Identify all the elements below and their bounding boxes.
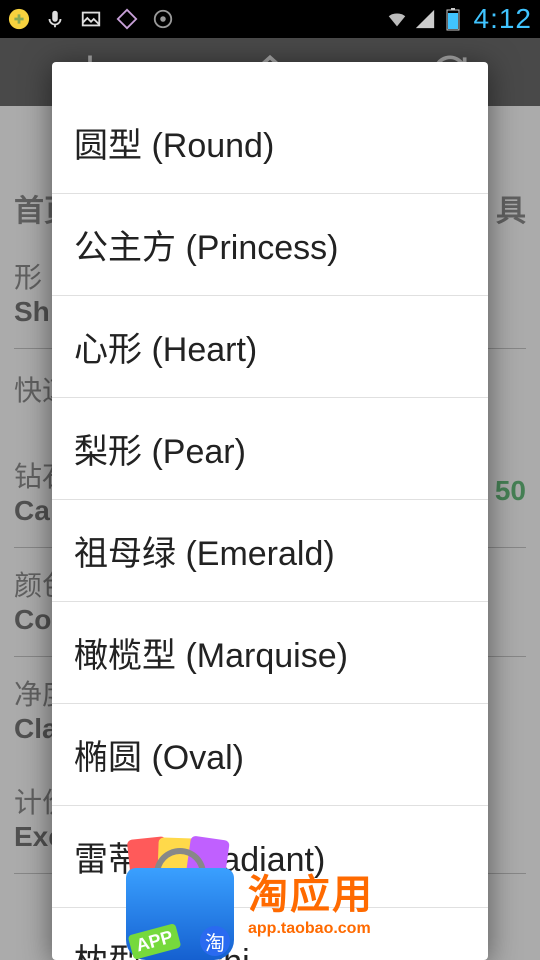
taobao-bag-icon: APP 淘 [120,840,240,960]
signal-icon [414,8,436,30]
option-round[interactable]: 圆型 (Round) [52,92,488,194]
disc-icon [152,8,174,30]
diamond-icon [116,8,138,30]
option-oval[interactable]: 椭圆 (Oval) [52,704,488,806]
mic-icon [44,8,66,30]
option-heart[interactable]: 心形 (Heart) [52,296,488,398]
wifi-icon [386,8,408,30]
taobao-title: 淘应用 [248,862,374,920]
option-emerald[interactable]: 祖母绿 (Emerald) [52,500,488,602]
option-marquise[interactable]: 橄榄型 (Marquise) [52,602,488,704]
option-pear[interactable]: 梨形 (Pear) [52,398,488,500]
status-bar: 4:12 [0,0,540,38]
tao-circle: 淘 [200,926,230,956]
option-princess[interactable]: 公主方 (Princess) [52,194,488,296]
image-icon [80,8,102,30]
taobao-url: app.taobao.com [248,920,374,938]
taobao-promo[interactable]: APP 淘 淘应用 app.taobao.com [120,840,420,960]
shape-select-modal: 圆型 (Round) 公主方 (Princess) 心形 (Heart) 梨形 … [52,62,488,960]
battery-icon [442,8,464,30]
clock: 4:12 [474,3,533,35]
puzzle-icon [8,8,30,30]
